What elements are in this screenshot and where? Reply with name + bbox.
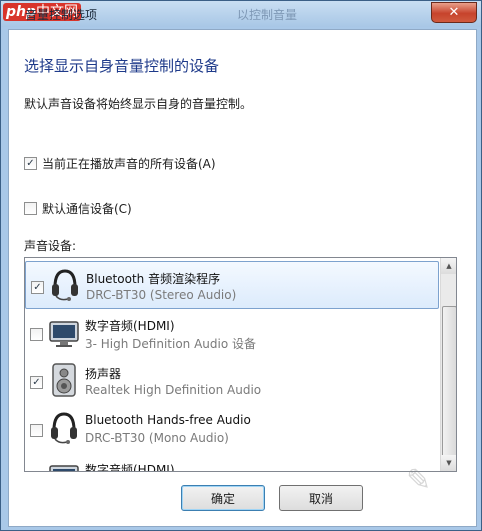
ok-button[interactable]: 确定 bbox=[181, 485, 265, 511]
background-title-ghost: 以控制音量 bbox=[237, 8, 298, 22]
monitor-icon bbox=[49, 321, 79, 347]
window-title: 音量控制选项 bbox=[25, 8, 98, 22]
default-comm-device-checkbox[interactable] bbox=[24, 201, 37, 215]
speaker-icon bbox=[52, 363, 76, 397]
device-name: Bluetooth Hands-free Audio bbox=[85, 413, 251, 427]
default-comm-device-label: 默认通信设备(C) bbox=[42, 201, 132, 216]
scroll-thumb[interactable] bbox=[442, 306, 456, 458]
device-detail: DRC-BT30 (Stereo Audio) bbox=[86, 288, 237, 302]
device-checkbox[interactable] bbox=[30, 328, 43, 341]
cancel-button[interactable]: 取消 bbox=[279, 485, 363, 511]
device-list-scrollbar[interactable]: ▲ ▼ bbox=[440, 258, 456, 471]
all-playing-devices-option[interactable]: ✓ 当前正在播放声音的所有设备(A) bbox=[24, 155, 216, 171]
all-playing-devices-label: 当前正在播放声音的所有设备(A) bbox=[42, 156, 216, 171]
device-name: Bluetooth 音频渲染程序 bbox=[86, 272, 221, 286]
device-name: 数字音频(HDMI) bbox=[85, 463, 175, 472]
device-name: 数字音频(HDMI) bbox=[85, 319, 175, 333]
device-detail: Realtek High Definition Audio bbox=[85, 383, 262, 397]
device-item[interactable]: 数字音频(HDMI) 3- High Definition Audio 设备 bbox=[25, 309, 439, 357]
dialog-body: 选择显示自身音量控制的设备 默认声音设备将始终显示自身的音量控制。 ✓ 当前正在… bbox=[8, 29, 477, 527]
all-playing-devices-checkbox[interactable]: ✓ bbox=[24, 156, 37, 170]
close-button[interactable]: ✕ bbox=[431, 2, 477, 23]
device-checkbox[interactable]: ✓ bbox=[30, 376, 43, 389]
page-heading: 选择显示自身音量控制的设备 bbox=[24, 57, 220, 75]
devices-label: 声音设备: bbox=[24, 239, 77, 253]
dialog-window: php中文网 音量控制选项 以控制音量 ✕ 选择显示自身音量控制的设备 默认声音… bbox=[0, 0, 482, 531]
device-list[interactable]: ✓ Bluetooth 音频渲染程序 DRC-BT30 (Stereo Audi… bbox=[24, 257, 457, 472]
device-checkbox[interactable]: ✓ bbox=[31, 281, 44, 294]
device-detail: DRC-BT30 (Mono Audio) bbox=[85, 431, 229, 445]
device-item[interactable]: Bluetooth Hands-free Audio DRC-BT30 (Mon… bbox=[25, 405, 439, 453]
device-item[interactable]: ✓ Bluetooth 音频渲染程序 DRC-BT30 (Stereo Audi… bbox=[25, 261, 439, 309]
watermark-glyph: ✎ bbox=[406, 463, 432, 498]
device-detail: 3- High Definition Audio 设备 bbox=[85, 337, 257, 351]
device-item[interactable]: 数字音频(HDMI) bbox=[25, 453, 439, 472]
device-name: 扬声器 bbox=[85, 367, 122, 381]
device-item[interactable]: ✓ 扬声器 Realtek High Definition Audio bbox=[25, 357, 439, 405]
monitor-icon bbox=[49, 465, 79, 471]
default-comm-device-option[interactable]: 默认通信设备(C) bbox=[24, 200, 132, 216]
device-checkbox[interactable] bbox=[30, 424, 43, 437]
headset-icon bbox=[52, 269, 78, 301]
headset-icon bbox=[51, 412, 77, 444]
description-text: 默认声音设备将始终显示自身的音量控制。 bbox=[24, 97, 253, 111]
title-bar[interactable]: php中文网 音量控制选项 以控制音量 ✕ bbox=[1, 1, 481, 27]
scroll-up-icon[interactable]: ▲ bbox=[441, 258, 456, 274]
